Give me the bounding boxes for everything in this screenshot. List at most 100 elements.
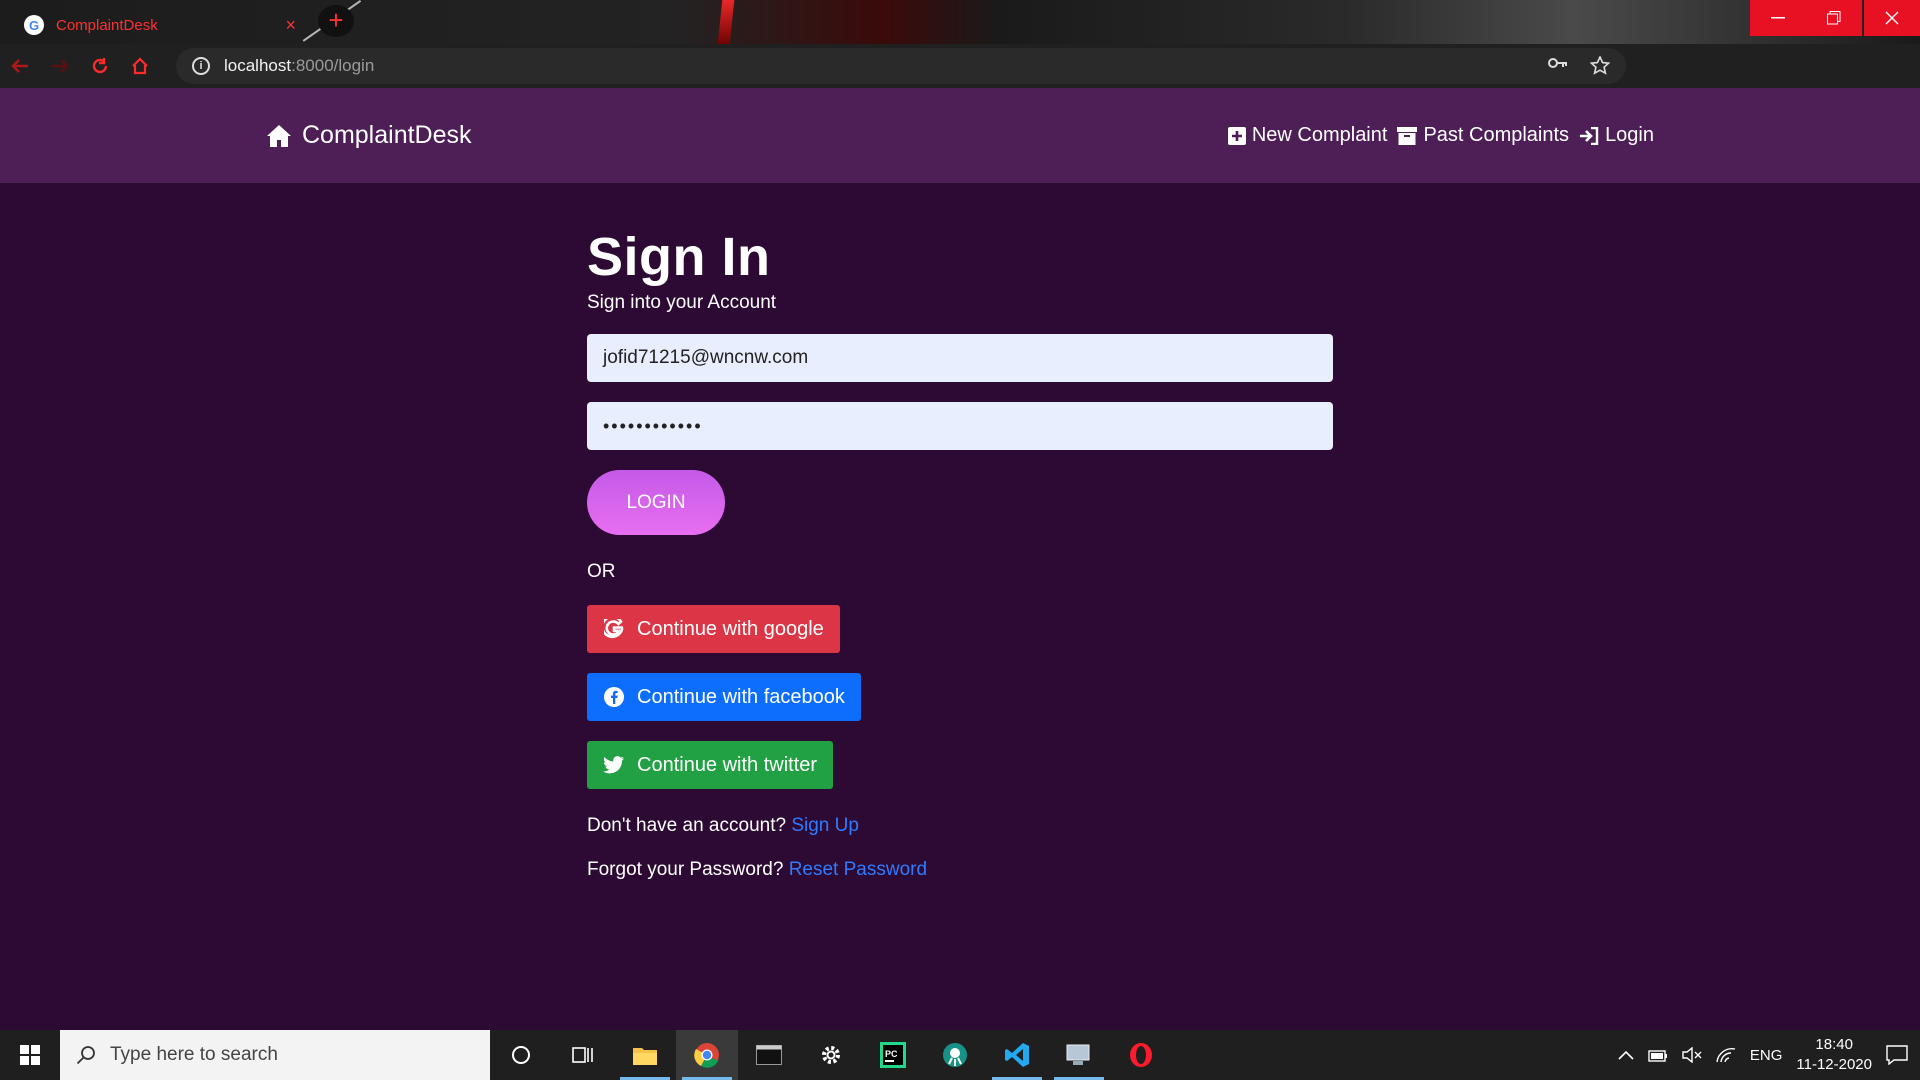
page-title: Sign In [587, 227, 771, 287]
home-button[interactable] [120, 48, 160, 84]
back-button[interactable] [0, 48, 40, 84]
close-tab-icon[interactable]: × [285, 15, 296, 36]
opera-button[interactable] [1110, 1030, 1172, 1080]
browser-toolbar: i localhost:8000/login ⋮ [0, 44, 1920, 120]
volume-muted-icon[interactable] [1682, 1047, 1702, 1063]
file-explorer-button[interactable] [614, 1030, 676, 1080]
gitkraken-button[interactable] [924, 1030, 986, 1080]
start-button[interactable] [0, 1030, 60, 1080]
home-icon [132, 57, 148, 75]
remote-desktop-button[interactable] [1048, 1030, 1110, 1080]
forward-arrow-icon [52, 59, 69, 73]
chrome-button[interactable] [676, 1030, 738, 1080]
google-signin-label: Continue with google [637, 617, 824, 640]
twitter-icon [603, 754, 625, 776]
restore-button[interactable] [1806, 0, 1862, 36]
taskbar-search-placeholder: Type here to search [110, 1044, 278, 1065]
windows-taskbar: Type here to search PC ENG 18:40 11-12-2… [0, 1030, 1920, 1080]
back-arrow-icon [11, 59, 28, 73]
email-field[interactable]: jofid71215@wncnw.com [587, 334, 1333, 382]
cortana-icon [512, 1046, 530, 1064]
reload-button[interactable] [80, 48, 120, 84]
chrome-icon [694, 1043, 719, 1068]
brand-name: ComplaintDesk [302, 121, 472, 149]
brand-link[interactable]: ComplaintDesk [266, 121, 472, 150]
site-navbar: ComplaintDesk New Complaint Past Complai… [0, 88, 1920, 183]
pycharm-icon: PC [880, 1042, 906, 1068]
site-info-icon[interactable]: i [192, 57, 210, 75]
archive-icon [1397, 126, 1418, 145]
folder-icon [633, 1048, 657, 1065]
settings-button[interactable] [800, 1030, 862, 1080]
gear-icon [822, 1046, 840, 1064]
twitter-signin-button[interactable]: Continue with twitter [587, 741, 834, 789]
wifi-icon[interactable] [1716, 1047, 1736, 1063]
address-bar[interactable]: i localhost:8000/login [176, 48, 1626, 84]
task-view-button[interactable] [552, 1030, 614, 1080]
google-signin-button[interactable]: Continue with google [587, 605, 840, 653]
vscode-icon [1005, 1043, 1029, 1067]
chevron-up-icon[interactable] [1618, 1050, 1634, 1060]
opera-icon [1130, 1043, 1152, 1067]
url-path: :8000/login [291, 56, 375, 75]
nav-past-complaints-label: Past Complaints [1423, 124, 1570, 146]
forward-button[interactable] [40, 48, 80, 84]
signup-prompt: Don't have an account? [587, 815, 787, 836]
signup-link[interactable]: Sign Up [791, 815, 859, 836]
page-subtitle: Sign into your Account [587, 292, 777, 313]
plus-square-icon [1227, 126, 1246, 145]
google-favicon-icon: G [24, 15, 44, 35]
nav-past-complaints[interactable]: Past Complaints [1397, 124, 1569, 147]
browser-tab[interactable]: G ComplaintDesk × [10, 6, 310, 44]
signin-form: Sign In Sign into your Account jofid7121… [587, 226, 1333, 881]
url-host: localhost [224, 56, 292, 75]
signup-line: Don't have an account? Sign Up [587, 815, 1333, 837]
facebook-icon [603, 686, 625, 708]
nav-new-complaint[interactable]: New Complaint [1227, 124, 1388, 147]
vscode-button[interactable] [986, 1030, 1048, 1080]
clock-date: 11-12-2020 [1796, 1056, 1872, 1073]
login-button[interactable]: LOGIN [587, 470, 725, 535]
home-icon [267, 124, 291, 147]
task-view-icon [572, 1047, 593, 1063]
browser-tabbar: G ComplaintDesk × + [0, 0, 1920, 44]
system-tray: ENG 18:40 11-12-2020 [1618, 1035, 1920, 1075]
forgot-prompt: Forgot your Password? [587, 859, 784, 880]
terminal-icon [756, 1045, 782, 1065]
battery-icon[interactable] [1648, 1048, 1668, 1062]
minimize-button[interactable] [1750, 0, 1806, 36]
windows-logo-icon [20, 1045, 40, 1065]
facebook-signin-button[interactable]: Continue with facebook [587, 673, 861, 721]
input-language[interactable]: ENG [1750, 1047, 1783, 1064]
remote-desktop-icon [1066, 1044, 1090, 1065]
gitkraken-icon [943, 1043, 967, 1067]
web-page: ComplaintDesk New Complaint Past Complai… [0, 88, 1920, 1030]
google-icon [603, 618, 625, 640]
taskbar-search[interactable]: Type here to search [60, 1030, 490, 1080]
tab-title: ComplaintDesk [56, 16, 158, 34]
terminal-button[interactable] [738, 1030, 800, 1080]
or-divider: OR [587, 561, 616, 582]
taskbar-clock[interactable]: 18:40 11-12-2020 [1796, 1035, 1872, 1075]
cortana-button[interactable] [490, 1030, 552, 1080]
search-icon [76, 1046, 95, 1065]
close-window-button[interactable] [1864, 0, 1920, 36]
nav-login[interactable]: Login [1579, 124, 1654, 147]
clock-time: 18:40 [1815, 1036, 1853, 1053]
reset-password-link[interactable]: Reset Password [789, 859, 927, 880]
nav-links: New Complaint Past Complaints Login [1227, 124, 1654, 147]
reload-icon [92, 58, 108, 74]
sign-in-icon [1580, 126, 1599, 145]
nav-login-label: Login [1605, 124, 1654, 146]
nav-new-complaint-label: New Complaint [1251, 124, 1388, 146]
twitter-signin-label: Continue with twitter [637, 753, 818, 776]
svg-text:PC: PC [885, 1049, 898, 1059]
notifications-icon[interactable] [1886, 1045, 1908, 1065]
pycharm-button[interactable]: PC [862, 1030, 924, 1080]
star-icon[interactable] [1590, 56, 1610, 76]
new-tab-button[interactable]: + [318, 5, 354, 37]
facebook-signin-label: Continue with facebook [637, 685, 845, 708]
key-icon[interactable] [1548, 56, 1568, 70]
password-field[interactable]: •••••••••••• [587, 402, 1333, 450]
wallpaper-streak [717, 0, 735, 44]
